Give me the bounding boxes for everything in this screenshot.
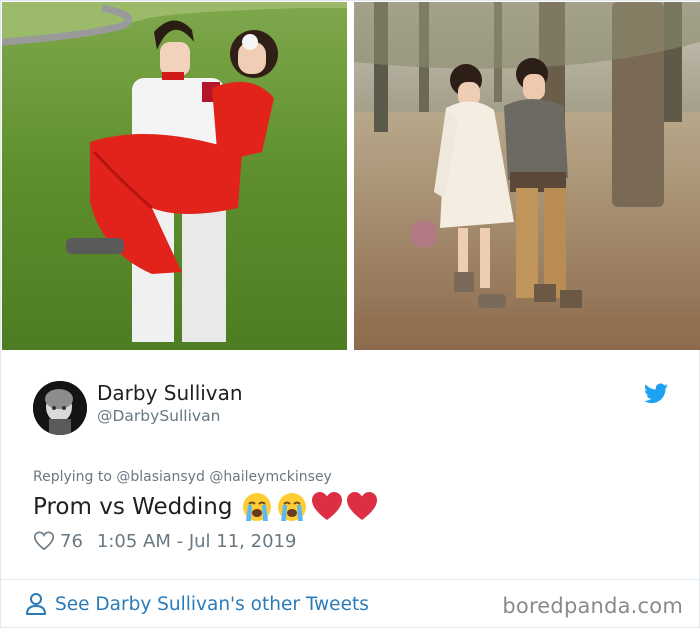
watermark: boredpanda.com bbox=[502, 594, 683, 618]
avatar[interactable] bbox=[33, 381, 87, 435]
mention-link[interactable]: @haileymckinsey bbox=[209, 469, 332, 485]
author-name[interactable]: Darby Sullivan bbox=[97, 381, 243, 405]
author-handle[interactable]: @DarbySullivan bbox=[97, 407, 220, 425]
loudly-crying-face-icon bbox=[241, 491, 273, 523]
loudly-crying-face-icon bbox=[276, 491, 308, 523]
reply-prefix: Replying to bbox=[33, 469, 112, 485]
mention-link[interactable]: @blasiansyd bbox=[116, 469, 204, 485]
red-heart-icon bbox=[311, 491, 343, 523]
red-heart-icon bbox=[346, 491, 378, 523]
twitter-bird-icon[interactable] bbox=[644, 383, 668, 404]
like-count[interactable]: 76 bbox=[60, 531, 83, 552]
heart-icon[interactable] bbox=[33, 530, 55, 552]
tweet-footer: See Darby Sullivan's other Tweets boredp… bbox=[1, 579, 699, 628]
embedded-tweet-card: Darby Sullivan @DarbySullivan Replying t… bbox=[0, 0, 700, 628]
reply-context: Replying to @blasiansyd @haileymckinsey bbox=[33, 469, 332, 485]
tweet-meta: 76 1:05 AM - Jul 11, 2019 bbox=[33, 529, 296, 553]
see-other-tweets-label[interactable]: See Darby Sullivan's other Tweets bbox=[55, 594, 369, 615]
see-other-tweets-link[interactable]: See Darby Sullivan's other Tweets bbox=[25, 592, 369, 616]
tweet-body: Prom vs Wedding bbox=[33, 494, 233, 520]
person-icon bbox=[25, 592, 47, 616]
photo-grid bbox=[2, 2, 700, 350]
timestamp-link[interactable]: 1:05 AM - Jul 11, 2019 bbox=[97, 531, 297, 552]
prom-photo[interactable] bbox=[2, 2, 347, 350]
wedding-photo[interactable] bbox=[354, 2, 700, 350]
tweet-text: Prom vs Wedding bbox=[33, 491, 378, 523]
